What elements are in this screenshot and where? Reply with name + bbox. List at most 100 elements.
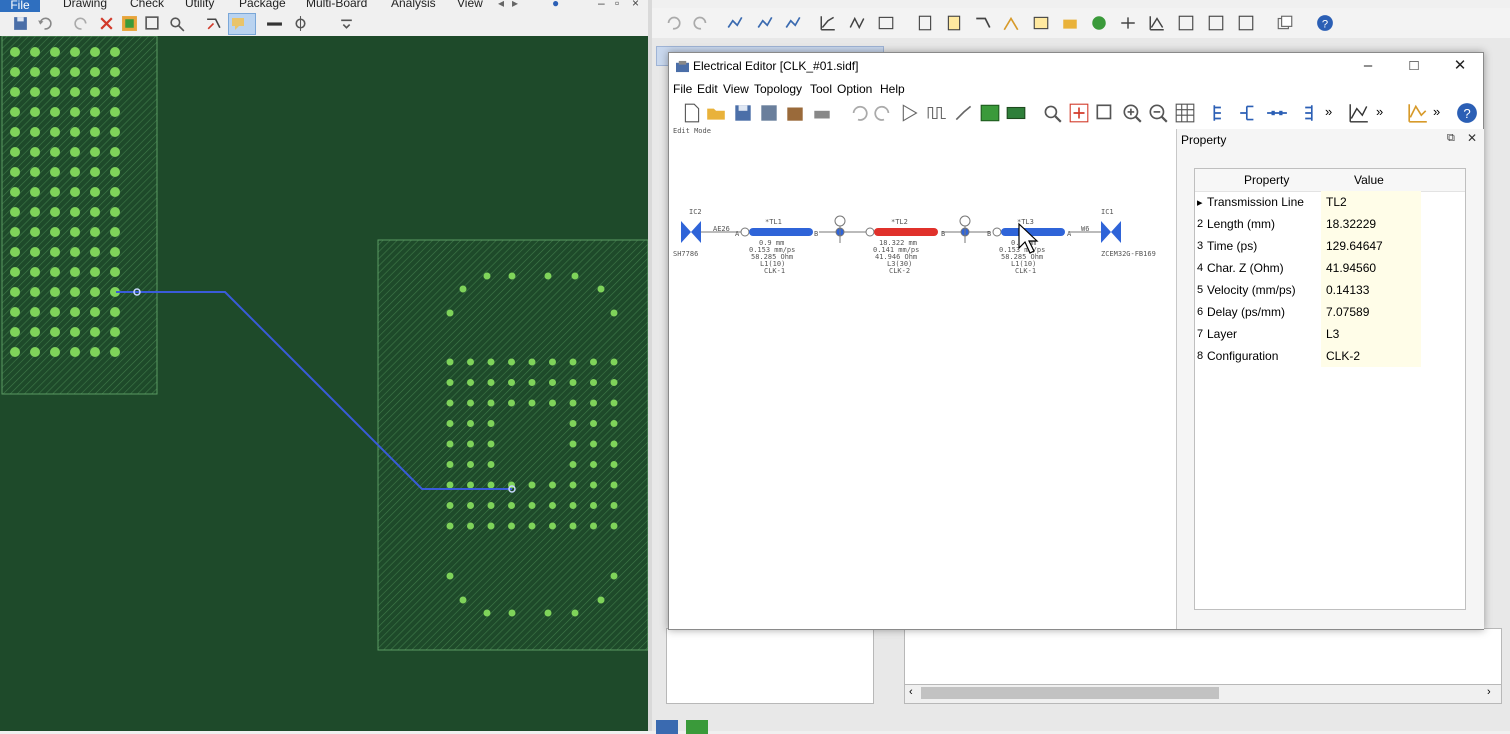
scroll-left-icon[interactable]: ‹ [909,686,913,698]
zoom-box-icon[interactable] [144,15,161,32]
redo-icon[interactable] [873,102,895,124]
close-icon[interactable]: × [632,0,639,10]
scrollbar-thumb[interactable] [921,687,1219,699]
open-folder-icon[interactable] [705,102,727,124]
topology-icon[interactable] [1119,14,1137,32]
table-icon[interactable] [1032,14,1050,32]
line-width-icon[interactable] [266,15,283,32]
grid-icon[interactable] [121,15,138,32]
pulse-icon[interactable] [926,102,948,124]
property-row[interactable]: 5 Velocity (mm/ps) 0.14133 [1195,279,1465,301]
topology-tree-icon[interactable] [1211,102,1233,124]
property-row[interactable]: 6 Delay (ps/mm) 7.07589 [1195,301,1465,323]
property-row[interactable]: 2 Length (mm) 18.32229 [1195,213,1465,235]
undo-icon[interactable] [847,102,869,124]
menu-file[interactable]: File [0,0,40,12]
zoom-in-icon[interactable] [1121,102,1143,124]
menu-edit[interactable]: Edit [697,82,718,96]
pcb-canvas[interactable] [0,36,648,731]
redo-icon[interactable] [692,14,710,32]
save-icon[interactable] [732,102,754,124]
menu-drawing[interactable]: Drawing [63,0,107,10]
schematic-canvas[interactable]: IC2 SH7786 AE26 *TL1 A B 0.9 mm 0.153 mm… [669,135,1175,629]
menu-scroll-right-icon[interactable]: ▸ [512,0,518,10]
curve-icon[interactable] [1148,14,1166,32]
toolbar-overflow-icon-3[interactable]: » [1433,104,1440,119]
spectrum-icon[interactable] [1207,14,1225,32]
via-icon[interactable] [292,15,309,32]
bga-package-ic2[interactable] [1,36,158,395]
net-edit-icon[interactable] [756,14,774,32]
maximize-button[interactable]: □ [1391,53,1437,81]
property-row[interactable]: ▸ Transmission Line TL2 [1195,191,1465,213]
zoom-out-icon[interactable] [1147,102,1169,124]
probe-icon[interactable] [953,102,975,124]
property-row[interactable]: 4 Char. Z (Ohm) 41.94560 [1195,257,1465,279]
menu-package[interactable]: Package [239,0,286,10]
transmission-line-tl1[interactable] [749,228,813,236]
topology-branch-icon[interactable] [1238,102,1260,124]
menu-scroll-left-icon[interactable]: ◂ [498,0,504,10]
waveform-chart-icon[interactable] [1348,102,1370,124]
grid-icon[interactable] [1174,102,1196,124]
menu-file[interactable]: File [673,82,692,96]
undo-icon[interactable] [36,15,53,32]
export-icon[interactable] [784,102,806,124]
print-icon[interactable] [811,102,833,124]
driver-icon[interactable] [900,102,922,124]
route-check-icon[interactable] [974,14,992,32]
folder-icon[interactable] [1061,14,1079,32]
tl1-port-a[interactable] [740,227,750,237]
menu-tool[interactable]: Tool [810,82,832,96]
fanout-icon[interactable] [1292,102,1314,124]
title-bar[interactable]: Electrical Editor [CLK_#01.sidf] – □ ✕ [669,53,1483,81]
graph-icon[interactable] [819,14,837,32]
save-icon[interactable] [12,15,29,32]
restore-icon[interactable]: ▫ [615,0,619,10]
message-tab-icon[interactable] [656,720,678,734]
zoom-box-icon[interactable] [1094,102,1116,124]
zoom-fit-icon[interactable] [1041,102,1063,124]
tl2-port-a[interactable] [865,227,875,237]
new-file-icon[interactable] [681,102,703,124]
chart-icon[interactable] [1002,14,1020,32]
highlight-tool-button[interactable] [228,13,256,35]
menu-view[interactable]: View [723,82,749,96]
help-icon[interactable]: ? [1316,14,1334,32]
ic1-symbol[interactable] [1101,221,1121,243]
transmission-line-tl3[interactable] [1001,228,1065,236]
net-icon[interactable] [726,14,744,32]
help-icon[interactable]: ? [1456,102,1478,124]
redo-icon[interactable] [73,15,90,32]
property-row[interactable]: 3 Time (ps) 129.64647 [1195,235,1465,257]
toolbar-overflow-icon-2[interactable]: » [1376,104,1383,119]
minimize-button[interactable]: – [1345,53,1391,81]
bga-package-ic1[interactable] [377,239,648,651]
menu-view[interactable]: View [457,0,483,10]
eye-diagram-icon[interactable] [1177,14,1195,32]
layer-icon[interactable] [877,14,895,32]
via-1-icon[interactable] [834,215,846,227]
tl3-port-b[interactable] [992,227,1002,237]
probe-icon[interactable] [169,15,186,32]
window-icon[interactable] [1276,14,1294,32]
menu-option[interactable]: Option [837,82,872,96]
ic2-symbol[interactable] [681,221,701,243]
toolbar-options-icon[interactable] [338,15,355,32]
menu-check[interactable]: Check [130,0,164,10]
property-row[interactable]: 8 Configuration CLK-2 [1195,345,1465,367]
undo-icon[interactable] [664,14,682,32]
document-icon[interactable] [945,14,963,32]
menu-utility[interactable]: Utility [185,0,214,10]
daisy-chain-icon[interactable] [1266,102,1288,124]
menu-topology[interactable]: Topology [754,82,802,96]
menu-help[interactable]: Help [880,82,905,96]
value-column-header[interactable]: Value [1354,173,1384,187]
simulation-chart-icon[interactable] [1407,102,1429,124]
close-button[interactable]: ✕ [1437,53,1483,81]
net-select-icon[interactable] [784,14,802,32]
layer-icon[interactable] [1005,102,1027,124]
scroll-right-icon[interactable]: › [1487,686,1491,698]
toolbar-overflow-icon[interactable]: » [1325,104,1332,119]
property-column-header[interactable]: Property [1244,173,1289,187]
